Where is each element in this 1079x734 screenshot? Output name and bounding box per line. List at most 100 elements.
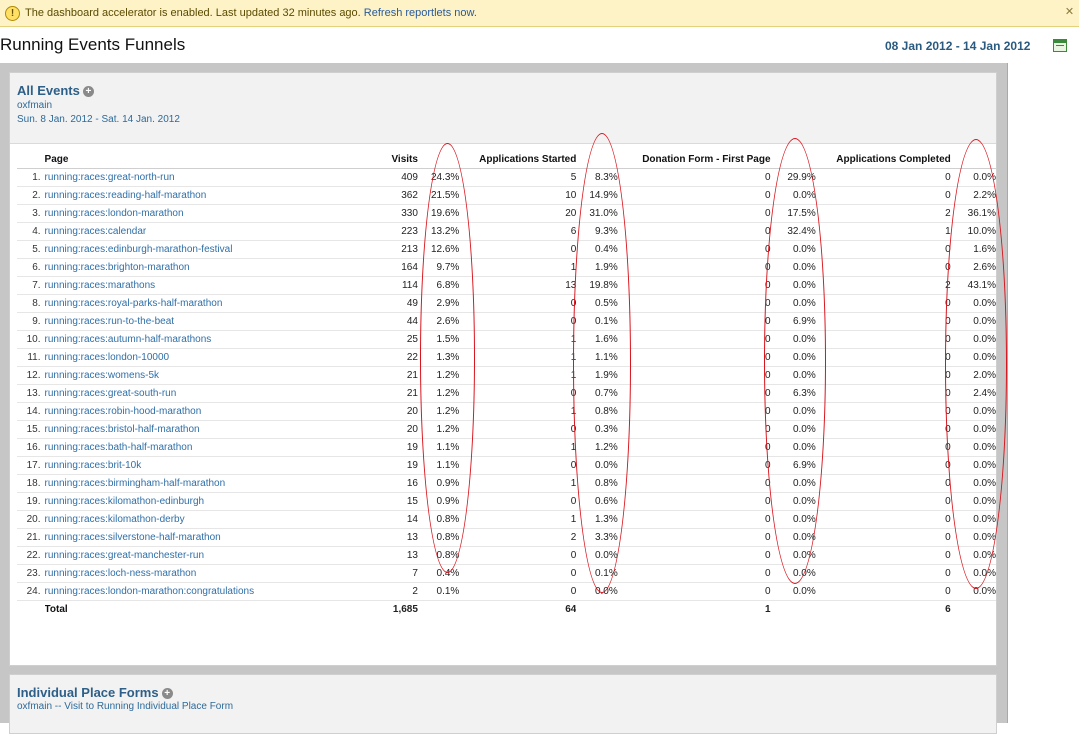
donation-value: 0 [617, 366, 771, 385]
page-link[interactable]: running:races:calendar [44, 222, 381, 241]
started-value: 1 [459, 258, 577, 277]
row-rank: 17. [17, 456, 45, 475]
plus-icon[interactable]: + [82, 86, 94, 97]
started-value: 0 [459, 582, 577, 601]
page-link[interactable]: running:races:reading-half-marathon [44, 186, 381, 205]
close-icon[interactable]: ✕ [1064, 7, 1075, 18]
refresh-reportlets-link[interactable]: Refresh reportlets now. [364, 7, 477, 19]
started-value: 0 [459, 456, 577, 475]
plus-icon[interactable]: + [161, 688, 173, 699]
page-link[interactable]: running:races:birmingham-half-marathon [44, 474, 381, 493]
column-header-visits[interactable]: Visits [380, 151, 418, 169]
page-link[interactable]: running:races:bath-half-marathon [44, 438, 381, 457]
reportlet-all-events: All Events + oxfmain Sun. 8 Jan. 2012 - S… [9, 72, 997, 666]
date-range[interactable]: 08 Jan 2012 - 14 Jan 2012 [885, 39, 1030, 53]
page-link[interactable]: running:races:womens-5k [44, 366, 381, 385]
started-percent: 8.3% [576, 168, 618, 187]
page-link[interactable]: running:races:kilomathon-derby [44, 510, 381, 529]
column-header-page[interactable]: Page [44, 151, 381, 169]
page-link[interactable]: running:races:bristol-half-marathon [44, 420, 381, 439]
donation-percent: 17.5% [770, 204, 816, 223]
visits-percent: 21.5% [417, 186, 460, 205]
page-link[interactable]: running:races:silverstone-half-marathon [44, 528, 381, 547]
row-rank: 2. [17, 186, 45, 205]
donation-value: 0 [617, 564, 771, 583]
completed-percent: 2.6% [950, 258, 996, 277]
page-link[interactable]: running:races:autumn-half-marathons [44, 330, 381, 349]
table-row: 19. running:races:kilomathon-edinburgh 15 0… [17, 492, 996, 511]
donation-value: 0 [617, 168, 771, 187]
page-link[interactable]: running:races:great-south-run [44, 384, 381, 403]
page-link[interactable]: running:races:london-marathon [44, 204, 381, 223]
page-link[interactable]: running:races:royal-parks-half-marathon [44, 294, 381, 313]
page-link[interactable]: running:races:marathons [44, 276, 381, 295]
page-link[interactable]: running:races:great-manchester-run [44, 546, 381, 565]
page-link[interactable]: running:races:brighton-marathon [44, 258, 381, 277]
started-value: 0 [459, 240, 577, 259]
page-link[interactable]: running:races:london-marathon:congratula… [44, 582, 381, 601]
donation-percent: 0.0% [770, 510, 816, 529]
dashboard-area: All Events + oxfmain Sun. 8 Jan. 2012 - S… [0, 63, 1008, 734]
donation-value: 0 [617, 348, 771, 367]
visits-percent: 0.8% [417, 510, 460, 529]
completed-value: 2 [815, 276, 951, 295]
report-period: Sun. 8 Jan. 2012 - Sat. 14 Jan. 2012 [17, 114, 180, 125]
started-value: 1 [459, 348, 577, 367]
row-rank: 8. [17, 294, 45, 313]
table-row: 5. running:races:edinburgh-marathon-festi… [17, 240, 996, 259]
reportlet-title-text[interactable]: All Events [17, 83, 80, 98]
started-value: 1 [459, 510, 577, 529]
donation-value: 0 [617, 384, 771, 403]
completed-percent: 0.0% [950, 582, 996, 601]
donation-value: 0 [617, 438, 771, 457]
reportlet-title-text[interactable]: Individual Place Forms [17, 685, 159, 700]
donation-percent: 0.0% [770, 546, 816, 565]
donation-percent: 0.0% [770, 240, 816, 259]
page-link[interactable]: running:races:robin-hood-marathon [44, 402, 381, 421]
visits-value: 362 [380, 186, 418, 205]
visits-percent: 1.1% [417, 438, 460, 457]
completed-percent: 0.0% [950, 564, 996, 583]
donation-value: 0 [617, 510, 771, 529]
notification-message: The dashboard accelerator is enabled. La… [25, 0, 477, 27]
calendar-icon[interactable] [1053, 39, 1067, 52]
page-link[interactable]: running:races:edinburgh-marathon-festiva… [44, 240, 381, 259]
started-value: 0 [459, 564, 577, 583]
page-link[interactable]: running:races:brit-10k [44, 456, 381, 475]
row-rank: 16. [17, 438, 45, 457]
donation-percent: 32.4% [770, 222, 816, 241]
completed-value: 0 [815, 366, 951, 385]
completed-percent: 0.0% [950, 528, 996, 547]
table-row: 18. running:races:birmingham-half-maratho… [17, 474, 996, 493]
visits-value: 409 [380, 168, 418, 187]
total-visits: 1,685 [392, 604, 418, 615]
started-percent: 1.9% [576, 366, 618, 385]
row-rank: 14. [17, 402, 45, 421]
visits-percent: 0.9% [417, 492, 460, 511]
column-header-donation-form[interactable]: Donation Form - First Page [617, 151, 771, 169]
table-row: 8. running:races:royal-parks-half-maratho… [17, 294, 996, 313]
donation-percent: 0.0% [770, 528, 816, 547]
donation-value: 0 [617, 294, 771, 313]
completed-percent: 0.0% [950, 474, 996, 493]
page-link[interactable]: running:races:great-north-run [44, 168, 381, 187]
donation-percent: 0.0% [770, 366, 816, 385]
completed-percent: 0.0% [950, 456, 996, 475]
page-link[interactable]: running:races:london-10000 [44, 348, 381, 367]
column-header-applications-started[interactable]: Applications Started [459, 151, 577, 169]
donation-percent: 0.0% [770, 276, 816, 295]
donation-percent: 6.9% [770, 456, 816, 475]
donation-value: 0 [617, 474, 771, 493]
reportlet-title: Individual Place Forms + [17, 685, 173, 700]
donation-value: 0 [617, 276, 771, 295]
table-row: 24. running:races:london-marathon:congrat… [17, 582, 996, 601]
donation-value: 0 [617, 186, 771, 205]
column-header-applications-completed[interactable]: Applications Completed [815, 151, 951, 169]
page-link[interactable]: running:races:run-to-the-beat [44, 312, 381, 331]
started-percent: 0.0% [576, 456, 618, 475]
visits-value: 25 [380, 330, 418, 349]
page-link[interactable]: running:races:loch-ness-marathon [44, 564, 381, 583]
donation-percent: 0.0% [770, 330, 816, 349]
page-link[interactable]: running:races:kilomathon-edinburgh [44, 492, 381, 511]
donation-value: 0 [617, 222, 771, 241]
